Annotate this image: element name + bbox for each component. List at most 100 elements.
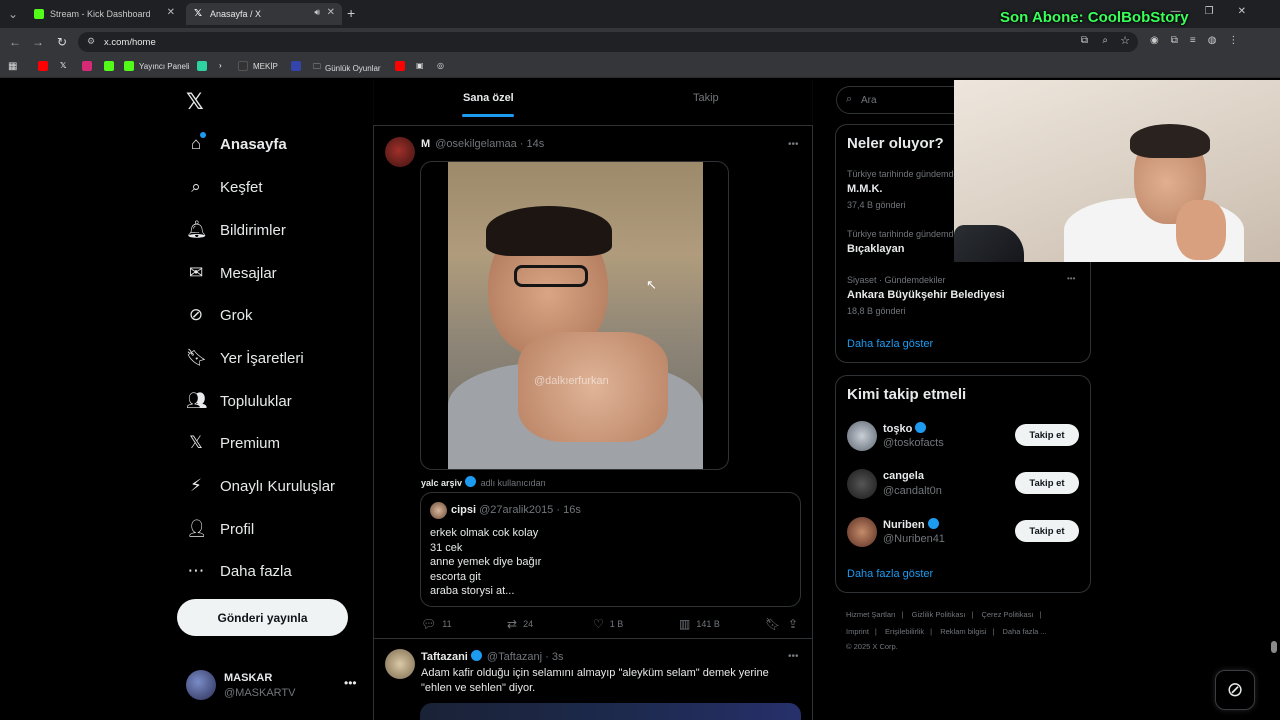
quoted-tweet[interactable]: cipsi @27aralik2015 · 16s erkek olmak co… <box>420 492 801 607</box>
bookmark-yayinci-paneli[interactable]: Yayıncı Paneli <box>124 61 190 71</box>
nav-item-label: Premium <box>220 434 281 452</box>
bookmark-youtube-icon[interactable] <box>38 61 53 71</box>
bookmark-label: Günlük Oyunlar <box>325 63 381 73</box>
nav-item-label: Mesajlar <box>220 264 277 282</box>
nav-item-search[interactable]: ⌕ Keşfet <box>186 177 262 197</box>
url-input[interactable]: ⚙︎ x.com/home ⧉ ⌕ ☆ <box>78 32 1138 52</box>
trend-item[interactable]: Siyaset · Gündemdekiler Ankara Büyükşehi… <box>847 274 1083 316</box>
site-info-icon[interactable]: ⚙︎ <box>87 36 95 47</box>
nav-item-mail[interactable]: ✉︎ Mesajlar <box>186 263 277 283</box>
avatar[interactable] <box>385 137 415 167</box>
reload-icon[interactable]: ↻ <box>53 33 71 51</box>
bookmark-arrow-icon[interactable]: › <box>219 61 222 70</box>
post-button[interactable]: Gönderi yayınla <box>177 599 348 636</box>
tweet-media[interactable] <box>420 703 801 720</box>
bookmark-instagram-icon[interactable] <box>82 61 97 71</box>
footer-link[interactable]: Imprint <box>846 627 869 636</box>
url-text: x.com/home <box>104 36 156 48</box>
tweet-author-handle[interactable]: @Taftazanj <box>487 651 542 663</box>
nav-item-label: Daha fazla <box>220 562 292 580</box>
tab-following[interactable]: Takip <box>693 92 719 104</box>
follow-suggestion[interactable]: Nuriben @Nuriben41 Takip et <box>847 517 1079 547</box>
person-hair <box>486 206 612 256</box>
forward-icon[interactable]: → <box>29 33 47 51</box>
footer-link[interactable]: Çerez Politikası <box>981 610 1033 619</box>
x-logo-icon[interactable]: 𝕏 <box>186 89 204 115</box>
nav-item-person[interactable]: 👤︎ Profil <box>186 519 254 539</box>
close-tab-icon[interactable]: ✕ <box>327 7 335 18</box>
tweet-time[interactable]: 14s <box>527 138 545 150</box>
profile-name: MASKAR <box>224 672 273 684</box>
quote-text: erkek olmak cok kolay 31 cek anne yemek … <box>430 526 541 599</box>
follow-suggestion[interactable]: toşko @toskofacts Takip et <box>847 421 1079 451</box>
tab-for-you[interactable]: Sana özel <box>463 92 514 104</box>
bookmark-mekip[interactable]: MEKİP <box>238 61 278 71</box>
zoom-icon[interactable]: ⌕ <box>1102 35 1108 46</box>
follow-button[interactable]: Takip et <box>1015 520 1079 542</box>
nav-item-bell[interactable]: 🔔︎ Bildirimler <box>186 220 286 240</box>
nav-item-label: Onaylı Kuruluşlar <box>220 477 336 495</box>
tweet[interactable]: Taftazani @Taftazanj · 3s ••• Adam kafir… <box>374 640 812 720</box>
tab-x-home[interactable]: 𝕏 Anasayfa / X 🔊︎ ✕ <box>186 3 342 25</box>
new-tab-button[interactable]: + <box>347 5 355 21</box>
footer-link[interactable]: Daha fazla ... <box>1003 627 1047 636</box>
avatar[interactable] <box>385 649 415 679</box>
tab-kick-dashboard[interactable]: Stream - Kick Dashboard ✕ <box>26 3 182 25</box>
tweet-video[interactable]: @dalkıerfurkan <box>420 161 729 470</box>
nav-item-bookmark[interactable]: 🔖︎ Yer İşaretleri <box>186 348 304 368</box>
footer-link[interactable]: Reklam bilgisi <box>940 627 986 636</box>
tab-search-icon[interactable]: ⌄ <box>4 5 22 23</box>
bookmark-blue-icon[interactable] <box>291 61 306 71</box>
views-button[interactable]: ▥ 141 B <box>679 617 720 631</box>
bookmark-green-icon[interactable] <box>197 61 212 71</box>
reposter-name[interactable]: yalc arşiv <box>421 478 462 488</box>
stream-overlay-last-sub: Son Abone: CoolBobStory <box>1000 9 1189 26</box>
apps-icon[interactable]: ▦ <box>8 61 17 72</box>
account-switcher[interactable]: MASKAR @MASKARTV ••• <box>186 670 366 702</box>
reply-button[interactable]: 💬︎ 11 <box>421 617 452 631</box>
share-button[interactable]: ⇪ <box>788 617 804 631</box>
footer-link[interactable]: Erişilebilirlik <box>885 627 924 636</box>
show-more-follow[interactable]: Daha fazla göster <box>847 568 933 580</box>
nav-item-label: Anasayfa <box>220 135 287 153</box>
bookmark-youtube2-icon[interactable] <box>395 61 410 71</box>
more-dots-icon[interactable]: ••• <box>344 676 357 690</box>
nav-item-x[interactable]: 𝕏 Premium <box>186 433 280 453</box>
bookmark-globe-icon[interactable]: ◎ <box>437 61 444 70</box>
grok-float-button[interactable]: ⊘ <box>1215 670 1255 710</box>
like-button[interactable]: ♡ 1 B <box>593 617 623 631</box>
follow-button[interactable]: Takip et <box>1015 472 1079 494</box>
follow-button[interactable]: Takip et <box>1015 424 1079 446</box>
scrollbar-thumb[interactable] <box>1271 641 1277 653</box>
tweet-author-name[interactable]: Taftazani <box>421 651 468 663</box>
nav-item-grok[interactable]: ⊘ Grok <box>186 305 253 325</box>
footer-link[interactable]: Gizlilik Politikası <box>912 610 966 619</box>
tweet-time[interactable]: 3s <box>552 651 564 663</box>
install-icon[interactable]: ⧉ <box>1081 35 1088 46</box>
star-icon[interactable]: ☆ <box>1120 34 1130 47</box>
bookmark-image-icon[interactable]: ▣ <box>416 61 424 70</box>
follow-name-row: Nuriben <box>883 518 939 531</box>
bookmark-button[interactable]: 🔖︎ <box>765 617 786 631</box>
more-dots-icon[interactable]: ••• <box>788 651 799 662</box>
back-icon[interactable]: ← <box>6 33 24 51</box>
bookmark-kick-icon[interactable] <box>104 61 119 71</box>
more-dots-icon[interactable]: ••• <box>788 139 799 150</box>
bookmark-x-icon[interactable]: 𝕏 <box>60 61 66 70</box>
close-tab-icon[interactable]: ✕ <box>167 7 175 18</box>
more-dots-icon[interactable]: ••• <box>1067 274 1075 283</box>
extension-icons[interactable]: ◉⧉≡◍⋮ <box>1150 35 1250 46</box>
nav-item-more[interactable]: ⋯ Daha fazla <box>186 561 292 581</box>
follow-suggestion[interactable]: cangela @candalt0n Takip et <box>847 469 1079 499</box>
speaker-icon[interactable]: 🔊︎ <box>314 7 320 18</box>
nav-item-lightning[interactable]: ⚡︎ Onaylı Kuruluşlar <box>186 476 335 496</box>
show-more-trends[interactable]: Daha fazla göster <box>847 338 933 350</box>
quote-line: escorta git <box>430 570 481 583</box>
footer-link[interactable]: Hizmet Şartları <box>846 610 896 619</box>
nav-item-communities[interactable]: 👥︎ Topluluklar <box>186 391 292 411</box>
tweet-author-handle[interactable]: @osekilgelamaa <box>435 138 517 150</box>
tweet-author-name[interactable]: M <box>421 138 430 150</box>
repost-button[interactable]: ⇄ 24 <box>507 617 533 631</box>
nav-item-home[interactable]: ⌂ Anasayfa <box>186 132 287 154</box>
bookmark-gunluk-oyunlar[interactable]: 🗀︎ Günlük Oyunlar <box>313 61 381 75</box>
